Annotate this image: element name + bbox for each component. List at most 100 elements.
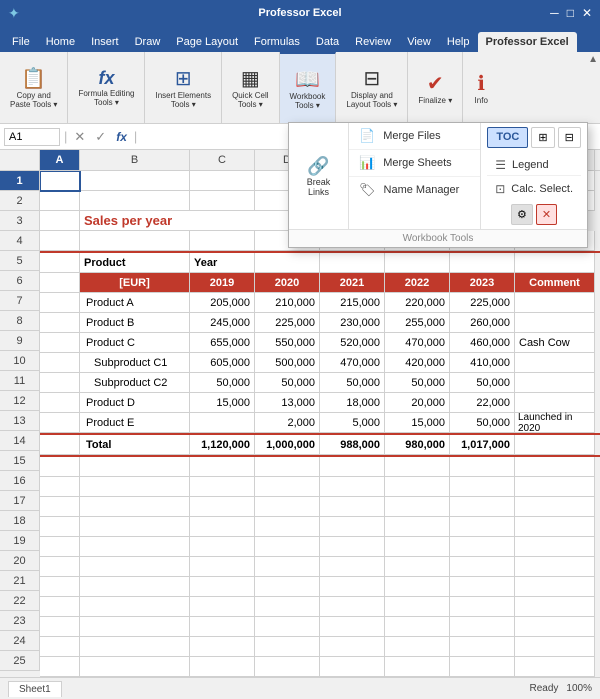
- table-row: [40, 477, 600, 497]
- cancel-icon[interactable]: ✕: [71, 127, 88, 147]
- row-header-22[interactable]: 22: [0, 591, 40, 611]
- ribbon-group-quick-cell: ▦ Quick Cell Tools ▾: [222, 52, 279, 123]
- tab-professor-excel[interactable]: Professor Excel: [478, 32, 577, 52]
- workbook-tools-btn[interactable]: 📖 Workbook Tools ▾: [286, 58, 330, 119]
- col-header-b[interactable]: B: [80, 150, 190, 170]
- row-header-6[interactable]: 6: [0, 271, 40, 291]
- info-btn[interactable]: ℹ Info: [471, 56, 492, 119]
- display-layout-btn[interactable]: ⊟ Display and Layout Tools ▾: [342, 56, 401, 119]
- finalize-btn[interactable]: ✔ Finalize ▾: [414, 56, 456, 119]
- row-header-18[interactable]: 18: [0, 511, 40, 531]
- cell-b1[interactable]: [80, 171, 190, 191]
- cell-2019[interactable]: 2019: [190, 273, 255, 293]
- quick-cell-btn[interactable]: ▦ Quick Cell Tools ▾: [228, 56, 272, 119]
- cell-cash-cow[interactable]: Cash Cow: [515, 333, 595, 353]
- cell-2023[interactable]: 2023: [450, 273, 515, 293]
- row-header-11[interactable]: 11: [0, 371, 40, 391]
- col-header-a[interactable]: A: [40, 150, 80, 170]
- calc-select-btn[interactable]: ⊡ Calc. Select.: [487, 179, 581, 199]
- tab-review[interactable]: Review: [347, 32, 399, 52]
- sheet-tab[interactable]: Sheet1: [8, 681, 62, 697]
- insert-function-icon[interactable]: fx: [113, 128, 130, 146]
- zoom-level: 100%: [566, 683, 592, 694]
- close-btn[interactable]: ✕: [582, 6, 592, 20]
- insert-elements-icon: ⊞: [175, 66, 192, 91]
- legend-btn[interactable]: ☰ Legend: [487, 155, 581, 176]
- ready-status: Ready: [530, 683, 559, 694]
- row-header-16[interactable]: 16: [0, 471, 40, 491]
- table-row: [40, 657, 600, 677]
- row-header-9[interactable]: 9: [0, 331, 40, 351]
- tab-help[interactable]: Help: [439, 32, 478, 52]
- row-header-20[interactable]: 20: [0, 551, 40, 571]
- cell-product-header[interactable]: Product: [80, 253, 190, 273]
- finalize-label: Finalize ▾: [418, 96, 452, 105]
- cell-total[interactable]: Total: [80, 435, 190, 455]
- row-headers: 1 2 3 4 5 6 7 8 9 10 11 12 13 14 15 16 1…: [0, 171, 40, 677]
- tab-file[interactable]: File: [4, 32, 38, 52]
- formula-bar-separator2: |: [134, 129, 137, 144]
- toc-btn[interactable]: TOC: [487, 127, 528, 148]
- row-header-5[interactable]: 5: [0, 251, 40, 271]
- row-header-2[interactable]: 2: [0, 191, 40, 211]
- tab-page-layout[interactable]: Page Layout: [168, 32, 246, 52]
- break-links-btn[interactable]: 🔗 Break Links: [289, 123, 349, 229]
- confirm-icon[interactable]: ✓: [92, 127, 109, 147]
- tab-data[interactable]: Data: [308, 32, 347, 52]
- cell-2020[interactable]: 2020: [255, 273, 320, 293]
- action-icon-2[interactable]: ✕: [536, 204, 557, 225]
- grid-icon-1[interactable]: ⊞: [531, 127, 554, 148]
- row-header-19[interactable]: 19: [0, 531, 40, 551]
- row-header-13[interactable]: 13: [0, 411, 40, 431]
- maximize-btn[interactable]: □: [567, 6, 574, 20]
- row-header-3[interactable]: 3: [0, 211, 40, 231]
- cell-a1[interactable]: [40, 171, 80, 191]
- insert-elements-btn[interactable]: ⊞ Insert Elements Tools ▾: [151, 56, 215, 119]
- collapse-ribbon-btn[interactable]: ▲: [588, 54, 598, 65]
- merge-files-icon: 📄: [359, 128, 375, 144]
- tab-draw[interactable]: Draw: [127, 32, 169, 52]
- tab-formulas[interactable]: Formulas: [246, 32, 308, 52]
- row-header-15[interactable]: 15: [0, 451, 40, 471]
- cell-eur[interactable]: [EUR]: [80, 273, 190, 293]
- row-header-4[interactable]: 4: [0, 231, 40, 251]
- tab-home[interactable]: Home: [38, 32, 83, 52]
- cell-comment-header[interactable]: Comment: [515, 273, 595, 293]
- grid-icon-2[interactable]: ⊟: [558, 127, 581, 148]
- ribbon-group-display: ⊟ Display and Layout Tools ▾: [336, 52, 408, 123]
- merge-sheets-item[interactable]: 📊 Merge Sheets: [349, 150, 480, 177]
- row-header-24[interactable]: 24: [0, 631, 40, 651]
- row-header-8[interactable]: 8: [0, 311, 40, 331]
- name-manager-item[interactable]: 🏷 Name Manager: [349, 177, 480, 203]
- copy-paste-btn[interactable]: 📋 Copy and Paste Tools ▾: [6, 56, 61, 119]
- row-header-25[interactable]: 25: [0, 651, 40, 671]
- row-header-21[interactable]: 21: [0, 571, 40, 591]
- cell-2022[interactable]: 2022: [385, 273, 450, 293]
- action-icon-1[interactable]: ⚙: [511, 204, 533, 225]
- minimize-btn[interactable]: ─: [550, 6, 559, 20]
- cell-2021[interactable]: 2021: [320, 273, 385, 293]
- legend-icon: ☰: [495, 158, 506, 172]
- row-header-17[interactable]: 17: [0, 491, 40, 511]
- formula-editing-btn[interactable]: fx Formula Editing Tools ▾: [74, 56, 138, 119]
- row-header-12[interactable]: 12: [0, 391, 40, 411]
- tab-view[interactable]: View: [399, 32, 439, 52]
- workbook-dropdown-menu: 🔗 Break Links 📄 Merge Files 📊 Merge Shee…: [288, 122, 588, 248]
- ribbon-group-insert: ⊞ Insert Elements Tools ▾: [145, 52, 222, 123]
- row-header-1[interactable]: 1: [0, 171, 40, 191]
- info-label: Info: [475, 96, 488, 105]
- merge-sheets-label: Merge Sheets: [383, 157, 451, 169]
- cell-c1[interactable]: [190, 171, 255, 191]
- col-header-c[interactable]: C: [190, 150, 255, 170]
- table-row: Product Year: [40, 251, 600, 273]
- row-header-23[interactable]: 23: [0, 611, 40, 631]
- row-header-10[interactable]: 10: [0, 351, 40, 371]
- merge-files-item[interactable]: 📄 Merge Files: [349, 123, 480, 150]
- row-header-14[interactable]: 14: [0, 431, 40, 451]
- row-header-7[interactable]: 7: [0, 291, 40, 311]
- tab-insert[interactable]: Insert: [83, 32, 127, 52]
- cell-launched[interactable]: Launched in 2020: [515, 413, 595, 433]
- formula-bar-separator: |: [64, 129, 67, 144]
- name-box[interactable]: [4, 128, 60, 146]
- ribbon-tabs: File Home Insert Draw Page Layout Formul…: [0, 26, 600, 52]
